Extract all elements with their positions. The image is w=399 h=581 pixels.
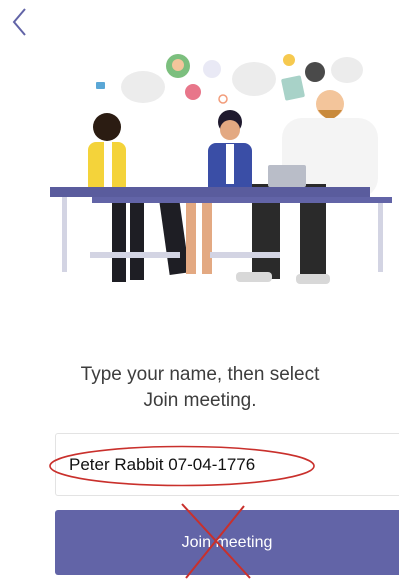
back-button[interactable] bbox=[6, 6, 34, 38]
instruction-text: Type your name, then select Join meeting… bbox=[40, 362, 360, 414]
table bbox=[50, 187, 392, 272]
name-input[interactable]: Peter Rabbit 07-04-1776 bbox=[55, 433, 399, 496]
chevron-left-icon bbox=[12, 8, 26, 36]
name-input-value: Peter Rabbit 07-04-1776 bbox=[69, 455, 256, 474]
laptop bbox=[268, 165, 306, 187]
join-meeting-label: Join meeting bbox=[181, 534, 273, 551]
meeting-illustration bbox=[50, 54, 392, 284]
join-meeting-button[interactable]: Join meeting bbox=[55, 510, 399, 575]
instruction-line-2: Join meeting. bbox=[143, 390, 257, 411]
instruction-line-1: Type your name, then select bbox=[80, 364, 320, 385]
